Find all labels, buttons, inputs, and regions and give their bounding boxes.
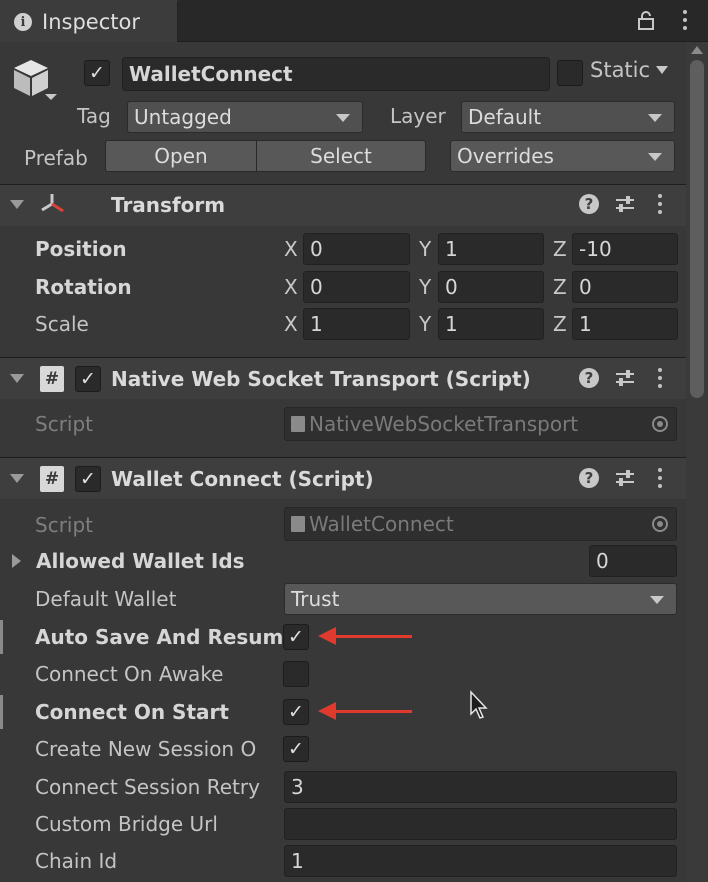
script-file-icon bbox=[291, 516, 305, 532]
connect-on-awake-checkbox[interactable] bbox=[283, 661, 309, 687]
tag-dropdown[interactable]: Untagged bbox=[127, 101, 363, 133]
gameobject-name-field[interactable]: WalletConnect bbox=[122, 57, 550, 91]
scale-y-field[interactable]: 1 bbox=[438, 308, 544, 340]
chain-id-field[interactable]: 1 bbox=[284, 845, 677, 877]
static-checkbox[interactable] bbox=[557, 60, 583, 86]
position-label: Position bbox=[35, 237, 127, 261]
position-y-field[interactable]: 1 bbox=[438, 233, 544, 265]
chevron-down-icon bbox=[648, 153, 662, 161]
custom-bridge-url-field[interactable] bbox=[284, 808, 677, 840]
transform-axes-icon bbox=[41, 194, 64, 213]
component-enabled-checkbox[interactable]: ✓ bbox=[75, 466, 101, 492]
tab-title: Inspector bbox=[42, 10, 140, 34]
native-websocket-title: Native Web Socket Transport (Script) bbox=[111, 367, 531, 391]
component-enabled-checkbox[interactable]: ✓ bbox=[75, 366, 101, 392]
script-label: Script bbox=[35, 513, 94, 537]
default-wallet-label: Default Wallet bbox=[35, 587, 177, 611]
help-icon[interactable]: ? bbox=[579, 468, 599, 488]
modified-indicator bbox=[0, 695, 3, 729]
scale-x-field[interactable]: 1 bbox=[303, 308, 410, 340]
scale-z-field[interactable]: 1 bbox=[572, 308, 678, 340]
script-file-icon bbox=[291, 416, 305, 432]
foldout-arrow-icon[interactable] bbox=[10, 374, 24, 383]
chevron-down-icon bbox=[650, 596, 664, 604]
prefab-open-button[interactable]: Open bbox=[105, 140, 257, 172]
rotation-y-field[interactable]: 0 bbox=[438, 271, 544, 303]
object-picker-icon[interactable] bbox=[652, 516, 668, 532]
info-icon: i bbox=[14, 13, 32, 31]
custom-bridge-url-label: Custom Bridge Url bbox=[35, 812, 218, 836]
axis-z-label: Z bbox=[553, 312, 567, 336]
scale-label: Scale bbox=[35, 312, 89, 336]
wallet-connect-title: Wallet Connect (Script) bbox=[111, 467, 374, 491]
chevron-down-icon bbox=[656, 66, 669, 74]
axis-x-label: X bbox=[284, 237, 298, 261]
inspector-tab[interactable]: i Inspector bbox=[0, 0, 178, 42]
script-hash-icon: # bbox=[40, 366, 64, 392]
create-new-session-label: Create New Session O bbox=[35, 737, 257, 761]
prefab-overrides-dropdown[interactable]: Overrides bbox=[450, 140, 675, 172]
cube-icon[interactable] bbox=[10, 56, 60, 106]
script-label: Script bbox=[35, 412, 94, 436]
connect-on-awake-label: Connect On Awake bbox=[35, 662, 224, 686]
layer-dropdown[interactable]: Default bbox=[461, 101, 675, 133]
axis-y-label: Y bbox=[419, 275, 432, 299]
axis-x-label: X bbox=[284, 275, 298, 299]
lock-icon[interactable] bbox=[638, 10, 654, 30]
default-wallet-dropdown[interactable]: Trust bbox=[284, 583, 677, 615]
modified-indicator bbox=[0, 620, 3, 654]
scroll-up-arrow-icon[interactable] bbox=[691, 46, 703, 54]
annotation-arrow-line bbox=[334, 710, 412, 713]
prefab-select-button[interactable]: Select bbox=[256, 140, 426, 172]
auto-save-label: Auto Save And Resum bbox=[35, 625, 284, 649]
rotation-z-field[interactable]: 0 bbox=[572, 271, 678, 303]
presets-sliders-icon[interactable] bbox=[614, 368, 636, 388]
chevron-down-icon bbox=[648, 114, 662, 122]
component-menu-icon[interactable] bbox=[657, 368, 663, 388]
help-icon[interactable]: ? bbox=[579, 194, 599, 214]
active-checkbox[interactable]: ✓ bbox=[84, 60, 110, 86]
native-script-field[interactable]: NativeWebSocketTransport bbox=[284, 407, 677, 441]
rotation-x-field[interactable]: 0 bbox=[303, 271, 410, 303]
script-hash-icon: # bbox=[40, 466, 64, 492]
help-icon[interactable]: ? bbox=[579, 368, 599, 388]
foldout-arrow-icon[interactable] bbox=[10, 474, 24, 483]
create-new-session-checkbox[interactable]: ✓ bbox=[283, 736, 309, 762]
allowed-wallet-ids-size-field[interactable]: 0 bbox=[589, 545, 677, 577]
component-menu-icon[interactable] bbox=[657, 468, 663, 488]
chain-id-label: Chain Id bbox=[35, 849, 118, 873]
axis-y-label: Y bbox=[419, 237, 432, 261]
position-x-field[interactable]: 0 bbox=[303, 233, 410, 265]
presets-sliders-icon[interactable] bbox=[614, 468, 636, 488]
kebab-menu-icon[interactable] bbox=[682, 10, 688, 32]
connect-session-retry-field[interactable]: 3 bbox=[284, 771, 677, 803]
connect-session-retry-label: Connect Session Retry bbox=[35, 775, 260, 799]
foldout-arrow-icon[interactable] bbox=[10, 200, 24, 209]
presets-sliders-icon[interactable] bbox=[614, 194, 636, 214]
axis-y-label: Y bbox=[419, 312, 432, 336]
layer-label: Layer bbox=[390, 104, 446, 128]
component-menu-icon[interactable] bbox=[657, 194, 663, 214]
transform-title: Transform bbox=[111, 193, 226, 217]
scrollbar-thumb[interactable] bbox=[690, 60, 704, 398]
annotation-arrow-line bbox=[334, 635, 412, 638]
connect-on-start-label: Connect On Start bbox=[35, 700, 229, 724]
auto-save-checkbox[interactable]: ✓ bbox=[283, 624, 309, 650]
object-picker-icon[interactable] bbox=[652, 416, 668, 432]
rotation-label: Rotation bbox=[35, 275, 132, 299]
axis-z-label: Z bbox=[553, 237, 567, 261]
connect-on-start-checkbox[interactable]: ✓ bbox=[283, 699, 309, 725]
axis-x-label: X bbox=[284, 312, 298, 336]
axis-z-label: Z bbox=[553, 275, 567, 299]
mouse-cursor-icon bbox=[470, 690, 488, 719]
foldout-right-arrow-icon[interactable] bbox=[12, 554, 21, 568]
wallet-script-field[interactable]: WalletConnect bbox=[284, 507, 677, 541]
allowed-wallet-ids-label[interactable]: Allowed Wallet Ids bbox=[36, 549, 245, 573]
tag-label: Tag bbox=[77, 104, 111, 128]
static-dropdown[interactable]: Static bbox=[590, 58, 669, 82]
position-z-field[interactable]: -10 bbox=[572, 233, 678, 265]
chevron-down-icon bbox=[336, 114, 350, 122]
prefab-label: Prefab bbox=[24, 146, 88, 170]
